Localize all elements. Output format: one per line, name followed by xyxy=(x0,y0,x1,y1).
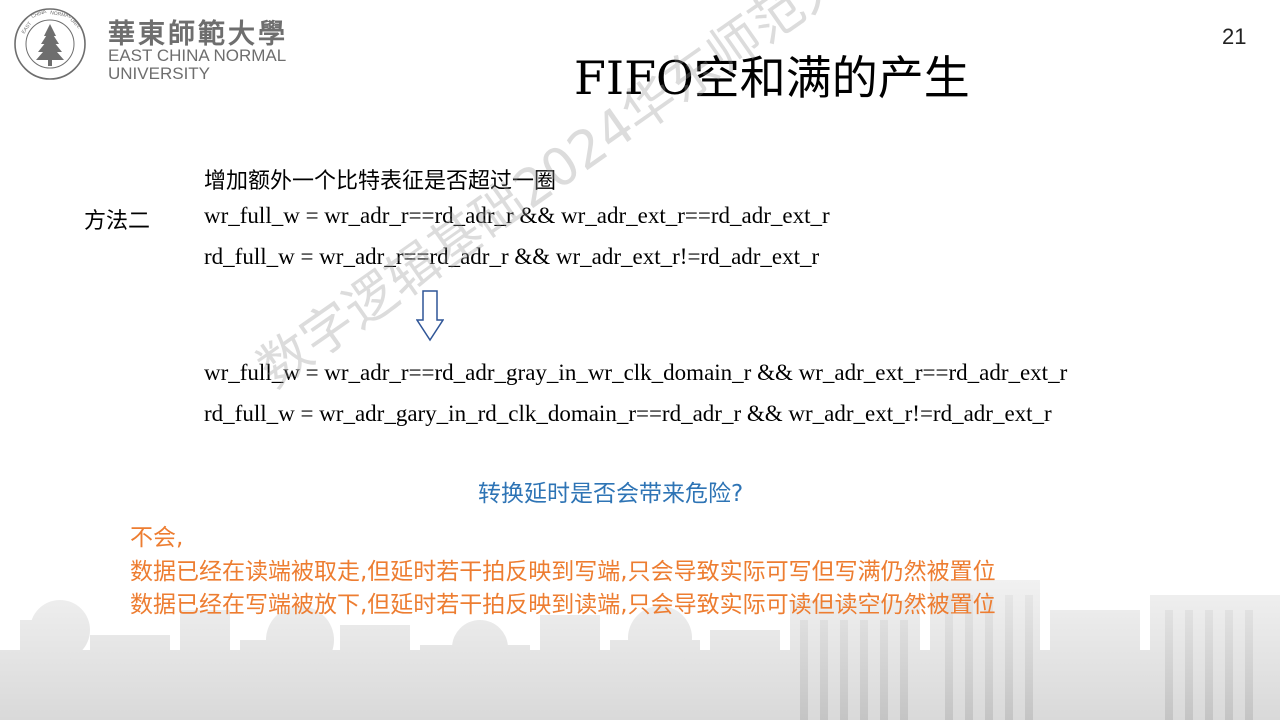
method-label: 方法二 xyxy=(84,209,151,234)
slide: EAST CHINA NORMAL UNIV. 華東師範大學 EAST CHIN… xyxy=(0,0,1280,720)
svg-text:CHINA: CHINA xyxy=(31,9,48,20)
university-seal-icon: EAST CHINA NORMAL UNIV. xyxy=(14,8,86,80)
svg-text:UNIV.: UNIV. xyxy=(69,17,82,30)
answer-line: 数据已经在写端被放下,但延时若干拍反映到读端,只会导致实际可读但读空仍然被置位 xyxy=(130,592,996,618)
answer-line: 不会, xyxy=(130,525,184,551)
university-logo: EAST CHINA NORMAL UNIV. 華東師範大學 EAST CHIN… xyxy=(12,6,302,83)
svg-text:NORMAL: NORMAL xyxy=(50,10,72,20)
answer-line: 数据已经在读端被取走,但延时若干拍反映到写端,只会导致实际可写但写满仍然被置位 xyxy=(130,559,996,585)
logo-english-name-line1: EAST CHINA NORMAL xyxy=(108,46,287,65)
formula-rd-full-1: rd_full_w = wr_adr_r==rd_adr_r && wr_adr… xyxy=(204,244,820,269)
formula-rd-full-2: rd_full_w = wr_adr_gary_in_rd_clk_domain… xyxy=(204,401,1052,426)
page-number: 21 xyxy=(1222,24,1247,49)
question-text: 转换延时是否会带来危险? xyxy=(478,481,744,507)
logo-english-name-line2: UNIVERSITY xyxy=(108,64,211,83)
